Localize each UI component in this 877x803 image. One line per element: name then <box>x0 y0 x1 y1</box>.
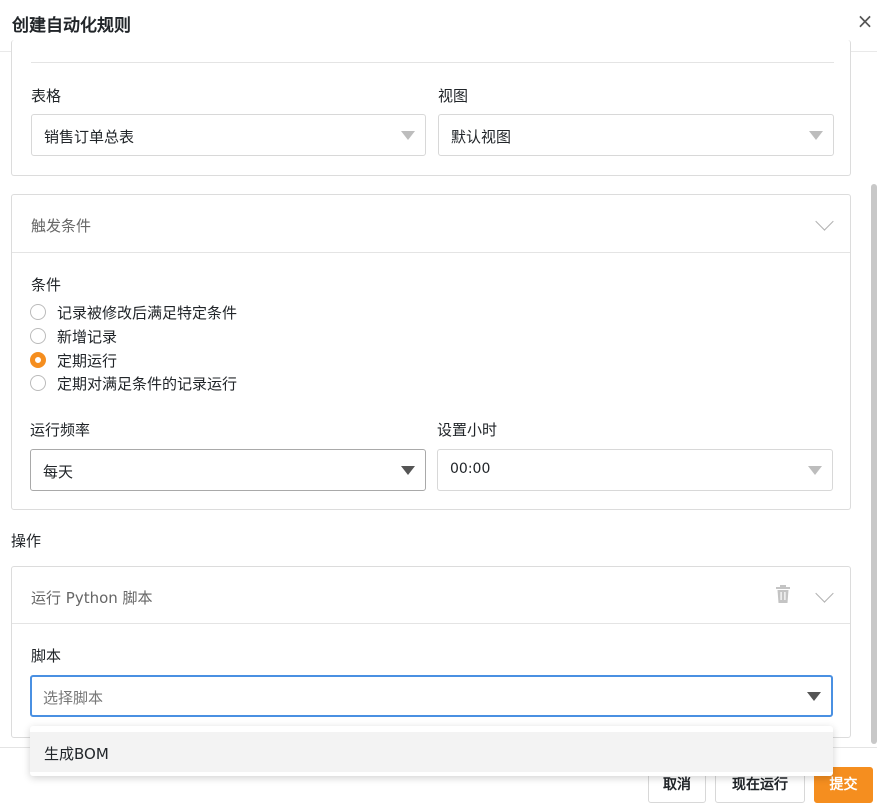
radio-label: 定期对满足条件的记录运行 <box>57 374 238 393</box>
script-dropdown-menu: 生成BOM <box>30 726 833 776</box>
frequency-label: 运行频率 <box>30 421 91 439</box>
dropdown-option[interactable]: 生成BOM <box>30 732 833 772</box>
hour-label: 设置小时 <box>437 421 498 439</box>
caret-down-icon <box>807 692 821 701</box>
table-label: 表格 <box>31 87 62 105</box>
radio-option-scheduled-filtered[interactable]: 定期对满足条件的记录运行 <box>30 373 237 393</box>
caret-down-icon <box>401 466 415 475</box>
table-select-value: 销售订单总表 <box>44 128 135 146</box>
view-label: 视图 <box>438 87 469 105</box>
divider <box>12 252 850 253</box>
radio-label: 新增记录 <box>57 327 118 346</box>
dropdown-option-label: 生成BOM <box>44 745 109 763</box>
radio-label: 记录被修改后满足特定条件 <box>57 303 238 322</box>
dialog-title: 创建自动化规则 <box>12 16 131 36</box>
divider <box>31 62 834 63</box>
caret-down-icon <box>401 131 415 140</box>
chevron-down-icon[interactable] <box>815 212 834 231</box>
caret-down-icon <box>809 131 823 140</box>
view-select[interactable]: 默认视图 <box>438 114 834 156</box>
trash-icon[interactable] <box>775 585 791 603</box>
frequency-select-value: 每天 <box>43 463 74 481</box>
table-select[interactable]: 销售订单总表 <box>31 114 426 156</box>
frequency-select[interactable]: 每天 <box>30 449 426 491</box>
source-card: 表格 视图 销售订单总表 默认视图 <box>11 40 851 176</box>
hour-select[interactable]: 00:00 <box>437 449 833 491</box>
radio-button[interactable] <box>30 328 46 344</box>
radio-button[interactable] <box>30 375 46 391</box>
action-header[interactable]: 运行 Python 脚本 <box>31 587 153 608</box>
condition-label: 条件 <box>31 276 62 294</box>
close-icon[interactable]: × <box>855 11 875 31</box>
radio-option-scheduled[interactable]: 定期运行 <box>30 350 117 370</box>
scrollbar[interactable] <box>871 184 877 744</box>
script-select[interactable]: 选择脚本 <box>30 675 833 717</box>
chevron-down-icon[interactable] <box>815 584 834 603</box>
radio-button[interactable] <box>30 304 46 320</box>
view-select-value: 默认视图 <box>451 128 512 146</box>
hour-select-value: 00:00 <box>450 461 491 477</box>
radio-button-checked[interactable] <box>30 352 46 368</box>
actions-section-label: 操作 <box>11 532 42 550</box>
script-select-placeholder: 选择脚本 <box>43 689 104 707</box>
radio-option-new-record[interactable]: 新增记录 <box>30 326 117 346</box>
radio-label: 定期运行 <box>57 351 118 370</box>
trigger-header[interactable]: 触发条件 <box>31 215 91 236</box>
script-label: 脚本 <box>31 647 62 665</box>
radio-option-modified[interactable]: 记录被修改后满足特定条件 <box>30 302 237 322</box>
divider <box>12 623 850 624</box>
caret-down-icon <box>808 466 822 475</box>
